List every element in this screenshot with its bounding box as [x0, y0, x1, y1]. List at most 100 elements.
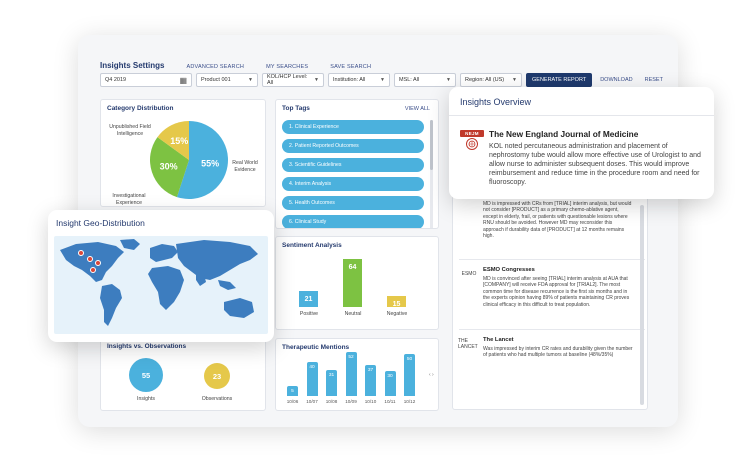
insights-overview-title: Insights Overview — [460, 97, 532, 107]
feed-item-text: MD is impressed with CRs from [TRIAL] in… — [483, 201, 632, 239]
insights-count-circle: 55 — [129, 358, 163, 392]
asia-shape — [176, 240, 258, 280]
map-pin-icon[interactable] — [90, 267, 96, 273]
category-pie-chart: 55% 30% 15% — [149, 120, 229, 200]
chevron-down-icon: ▼ — [248, 77, 253, 83]
tag-item[interactable]: 4. Interim Analysis — [282, 177, 424, 191]
my-searches-link[interactable]: MY SEARCHES — [266, 64, 308, 70]
pie-svg: 55% 30% 15% — [150, 121, 228, 199]
therapeutic-mentions-title: Therapeutic Mentions — [282, 344, 350, 351]
sentiment-analysis-card: Sentiment Analysis 21 Positive 64 Neutral 15… — [275, 236, 439, 330]
chart-pagination-icon[interactable]: ‹ › — [429, 372, 434, 378]
therapeutic-mentions-card: Therapeutic Mentions 5 10/06 40 10/07 31 10/0… — [275, 338, 439, 411]
overview-source: The New England Journal of Medicine — [489, 129, 639, 139]
download-button[interactable]: DOWNLOAD — [596, 77, 636, 83]
feed-item-text: MD is convinced after seeing [TRIAL] int… — [483, 276, 630, 308]
tag-item[interactable]: 6. Clinical Study — [282, 215, 424, 228]
kol-level-select[interactable]: KOL/HCP Level: All ▼ — [262, 73, 324, 87]
therapeutic-bar: 30 — [384, 371, 396, 396]
date-picker[interactable]: Q4 2019 ▦ — [100, 73, 192, 87]
therapeutic-x-label: 10/12 — [403, 399, 416, 404]
chevron-down-icon: ▼ — [446, 77, 451, 83]
chevron-down-icon: ▼ — [380, 77, 385, 83]
institution-select[interactable]: Institution: All ▼ — [328, 73, 390, 87]
tags-scrollbar[interactable] — [430, 120, 433, 170]
feed-source-name: ESMO Congresses — [483, 267, 535, 273]
therapeutic-bar: 50 — [404, 354, 415, 396]
africa-shape — [148, 266, 184, 310]
map-pin-icon[interactable] — [78, 250, 84, 256]
insights-vs-observations-title: Insights vs. Observations — [107, 343, 187, 350]
date-value: Q4 2019 — [105, 77, 127, 83]
north-america-shape — [60, 242, 124, 282]
therapeutic-bar: 52 — [345, 352, 357, 396]
category-distribution-title: Category Distribution — [107, 105, 174, 112]
feed-divider — [459, 259, 645, 260]
observations-count-circle: 23 — [204, 363, 230, 389]
observations-count-label: Observations — [201, 396, 233, 402]
australia-shape — [224, 298, 254, 318]
institution-value: Institution: All — [333, 77, 366, 83]
chevron-down-icon: ▼ — [314, 77, 319, 83]
pie-label-investigational: Investigational Experience — [112, 193, 146, 206]
advanced-search-link[interactable]: ADVANCED SEARCH — [186, 64, 244, 70]
map-pin-icon[interactable] — [87, 256, 93, 262]
nejm-seal-icon — [466, 138, 478, 150]
calendar-icon[interactable]: ▦ — [179, 76, 187, 85]
feed-source-logo: ESMO — [461, 271, 477, 277]
feed-source-logo: THE LANCET — [458, 338, 478, 350]
world-map[interactable] — [54, 236, 268, 334]
pie-slice-label: 30% — [160, 162, 178, 172]
feed-scrollbar[interactable] — [640, 205, 644, 405]
category-distribution-card: Category Distribution Unpublished Field … — [100, 99, 266, 207]
filter-bar: Q4 2019 ▦ Product 001 ▼ KOL/HCP Level: Al… — [100, 73, 667, 87]
pie-slice-label: 15% — [170, 136, 188, 146]
save-search-link[interactable]: SAVE SEARCH — [330, 64, 371, 70]
region-value: Region: All (US) — [465, 77, 505, 83]
greenland-shape — [120, 239, 140, 250]
sentiment-bar: 64 — [343, 259, 362, 307]
pie-label-real-world: Real World Evidence — [232, 160, 258, 173]
tag-item[interactable]: 3. Scientific Guidelines — [282, 158, 424, 172]
top-tags-title: Top Tags — [282, 105, 310, 112]
insights-vs-observations-card: Insights vs. Observations 55 Insights 23… — [100, 337, 266, 411]
feed-divider — [459, 329, 645, 330]
therapeutic-bar: 40 — [306, 362, 318, 396]
overview-divider — [449, 115, 714, 116]
europe-shape — [150, 244, 178, 262]
feed-item-text: Was impressed by interim CR rates and du… — [483, 346, 633, 359]
sentiment-label: Positive — [299, 311, 319, 317]
chevron-down-icon: ▼ — [512, 77, 517, 83]
insights-count-label: Insights — [137, 396, 155, 402]
insights-settings-title: Insights Settings — [100, 61, 165, 70]
sentiment-bar: 15 — [387, 296, 406, 308]
tag-item[interactable]: 1. Clinical Experience — [282, 120, 424, 134]
settings-nav: Insights Settings ADVANCED SEARCH MY SEA… — [100, 61, 371, 70]
msl-select[interactable]: MSL: All ▼ — [394, 73, 456, 87]
product-value: Product 001 — [201, 77, 231, 83]
kol-level-value: KOL/HCP Level: All — [267, 74, 308, 86]
sentiment-label: Neutral — [344, 311, 362, 317]
nejm-logo: NEJM — [460, 130, 484, 156]
feed-source-logo — [458, 201, 480, 215]
overview-text: KOL noted percutaneous administration an… — [489, 143, 701, 187]
therapeutic-bar: 37 — [365, 365, 376, 396]
reset-button[interactable]: RESET — [641, 77, 667, 83]
screenshot-stage: Insights Settings ADVANCED SEARCH MY SEA… — [0, 0, 750, 468]
view-all-link[interactable]: VIEW ALL — [405, 106, 430, 112]
therapeutic-bar: 5 — [287, 386, 298, 396]
region-select[interactable]: Region: All (US) ▼ — [460, 73, 522, 87]
feed-source-name: The Lancet — [483, 337, 514, 343]
tag-item[interactable]: 2. Patient Reported Outcomes — [282, 139, 424, 153]
sentiment-analysis-title: Sentiment Analysis — [282, 242, 342, 249]
generate-report-button[interactable]: GENERATE REPORT — [526, 73, 593, 87]
map-pin-icon[interactable] — [95, 260, 101, 266]
southeast-asia-shape — [218, 280, 236, 290]
south-america-shape — [100, 284, 122, 326]
msl-value: MSL: All — [399, 77, 420, 83]
product-select[interactable]: Product 001 ▼ — [196, 73, 258, 87]
sentiment-bar: 21 — [299, 291, 318, 307]
tag-item[interactable]: 5. Health Outcomes — [282, 196, 424, 210]
pie-label-unpublished: Unpublished Field Intelligence — [109, 124, 151, 137]
geo-distribution-popup: Insight Geo-Distribution — [48, 210, 274, 342]
